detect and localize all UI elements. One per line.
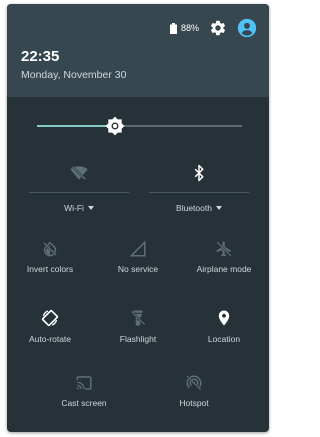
brightness-slider[interactable] — [37, 116, 242, 136]
tile-no-service[interactable]: No service — [103, 240, 173, 274]
brightness-fill — [37, 125, 115, 127]
tile-hotspot[interactable]: Hotspot — [159, 374, 229, 408]
location-label: Location — [207, 334, 241, 344]
battery-icon — [169, 22, 177, 34]
hotspot-icon — [186, 375, 202, 391]
invert-colors-label: Invert colors — [26, 264, 74, 274]
quick-settings-panel: 88% 22:35 Monday, November 30 Wi-Fi Blue… — [7, 4, 269, 432]
tile-location[interactable]: Location — [189, 308, 259, 344]
cast-screen-label: Cast screen — [61, 398, 107, 408]
wifi-divider — [29, 192, 129, 193]
location-icon — [218, 310, 230, 326]
airplane-mode-label: Airplane mode — [196, 264, 252, 274]
cast-icon — [76, 376, 92, 390]
auto-rotate-label: Auto-rotate — [28, 334, 72, 344]
tile-cast-screen[interactable]: Cast screen — [49, 374, 119, 408]
no-service-icon — [129, 240, 146, 257]
clock-date[interactable]: Monday, November 30 — [21, 69, 126, 81]
auto-rotate-icon — [41, 309, 59, 327]
bluetooth-label: Bluetooth — [176, 203, 212, 213]
clock-time: 22:35 — [21, 48, 60, 65]
brightness-icon[interactable] — [105, 116, 125, 136]
tile-wifi[interactable]: Wi-Fi — [29, 164, 129, 213]
wifi-label: Wi-Fi — [64, 203, 84, 213]
header: 88% 22:35 Monday, November 30 — [7, 4, 269, 97]
wifi-off-icon — [70, 165, 88, 181]
flashlight-label: Flashlight — [119, 334, 157, 344]
tile-flashlight[interactable]: Flashlight — [103, 308, 173, 344]
tile-bluetooth[interactable]: Bluetooth — [149, 164, 249, 213]
bluetooth-icon — [194, 164, 204, 182]
battery-percent: 88% — [180, 23, 199, 33]
bluetooth-divider — [149, 192, 249, 193]
flashlight-icon — [130, 310, 146, 326]
tile-auto-rotate[interactable]: Auto-rotate — [15, 308, 85, 344]
chevron-down-icon[interactable] — [215, 206, 222, 210]
settings-icon[interactable] — [209, 19, 227, 37]
tile-invert-colors[interactable]: Invert colors — [15, 240, 85, 274]
no-service-label: No service — [117, 264, 159, 274]
invert-colors-icon — [43, 241, 57, 257]
battery-status: 88% — [169, 22, 199, 34]
account-icon[interactable] — [237, 18, 257, 38]
tile-airplane-mode[interactable]: Airplane mode — [189, 240, 259, 274]
airplane-icon — [216, 241, 232, 257]
hotspot-label: Hotspot — [179, 398, 209, 408]
status-row: 88% — [169, 18, 257, 38]
chevron-down-icon[interactable] — [87, 206, 94, 210]
